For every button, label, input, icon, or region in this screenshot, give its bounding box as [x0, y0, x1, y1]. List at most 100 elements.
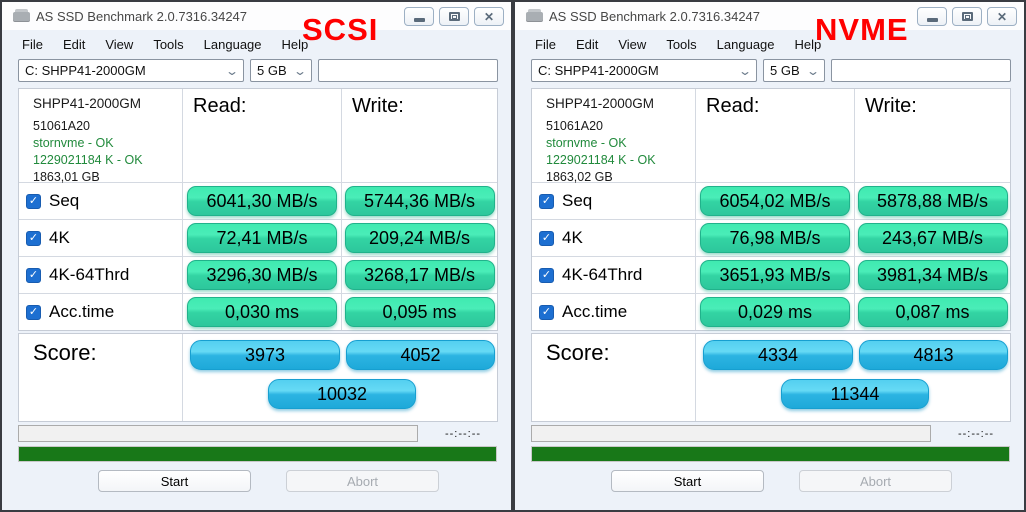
- drive-firmware: 51061A20: [546, 118, 695, 135]
- minimize-button[interactable]: [404, 7, 434, 26]
- drive-select-value: C: SHPP41-2000GM: [25, 63, 146, 78]
- app-drive-icon: [526, 9, 543, 23]
- chevron-down-icon: ⌄: [293, 65, 307, 77]
- 4k64thrd-checkbox[interactable]: ✓: [539, 268, 554, 283]
- text-field[interactable]: [831, 59, 1011, 82]
- write-header: Write:: [855, 89, 1010, 118]
- check-icon: ✓: [542, 270, 551, 281]
- seq-read-value: 6054,02 MB/s: [700, 186, 850, 216]
- menu-language[interactable]: Language: [194, 34, 272, 56]
- acctime-checkbox[interactable]: ✓: [539, 305, 554, 320]
- driver-status: stornvme - OK: [546, 135, 695, 152]
- drive-info-panel: SHPP41-2000GM 51061A20 stornvme - OK 122…: [19, 89, 182, 186]
- seq-write-value: 5744,36 MB/s: [345, 186, 495, 216]
- check-icon: ✓: [29, 307, 38, 318]
- window-title: AS SSD Benchmark 2.0.7316.34247: [549, 9, 760, 24]
- drive-select[interactable]: C: SHPP41-2000GM ⌄: [531, 59, 757, 82]
- close-icon: ✕: [997, 11, 1007, 23]
- results-table: SHPP41-2000GM 51061A20 stornvme - OK 122…: [18, 88, 498, 331]
- text-field[interactable]: [318, 59, 498, 82]
- menu-language[interactable]: Language: [707, 34, 785, 56]
- menu-file[interactable]: File: [12, 34, 53, 56]
- score-label: Score:: [19, 334, 182, 421]
- menu-file[interactable]: File: [525, 34, 566, 56]
- test-size-select[interactable]: 5 GB ⌄: [763, 59, 825, 82]
- close-button[interactable]: ✕: [474, 7, 504, 26]
- row-label: 4K-64Thrd: [49, 265, 129, 285]
- menu-tools[interactable]: Tools: [656, 34, 706, 56]
- seq-write-value: 5878,88 MB/s: [858, 186, 1008, 216]
- acctime-read-value: 0,029 ms: [700, 297, 850, 327]
- menu-tools[interactable]: Tools: [143, 34, 193, 56]
- score-panel: Score: 3973 4052 10032: [18, 333, 498, 422]
- menu-view[interactable]: View: [95, 34, 143, 56]
- drive-select-value: C: SHPP41-2000GM: [538, 63, 659, 78]
- drive-model: SHPP41-2000GM: [33, 96, 182, 111]
- menu-view[interactable]: View: [608, 34, 656, 56]
- 4k64thrd-write-value: 3268,17 MB/s: [345, 260, 495, 290]
- 4k-read-value: 76,98 MB/s: [700, 223, 850, 253]
- annotation-label: SCSI: [302, 12, 378, 48]
- drive-firmware: 51061A20: [33, 118, 182, 135]
- maximize-icon: [449, 12, 460, 21]
- window-title: AS SSD Benchmark 2.0.7316.34247: [36, 9, 247, 24]
- abort-button[interactable]: Abort: [286, 470, 439, 492]
- drive-info-panel: SHPP41-2000GM 51061A20 stornvme - OK 122…: [532, 89, 695, 186]
- menu-bar: File Edit View Tools Language Help: [525, 34, 831, 56]
- check-icon: ✓: [542, 307, 551, 318]
- menu-edit[interactable]: Edit: [53, 34, 95, 56]
- check-icon: ✓: [29, 270, 38, 281]
- write-header: Write:: [342, 89, 497, 118]
- read-header: Read:: [696, 89, 854, 118]
- 4k64thrd-read-value: 3651,93 MB/s: [700, 260, 850, 290]
- row-label: Acc.time: [562, 302, 627, 322]
- maximize-button[interactable]: [439, 7, 469, 26]
- seq-checkbox[interactable]: ✓: [539, 194, 554, 209]
- start-button[interactable]: Start: [98, 470, 251, 492]
- acctime-write-value: 0,087 ms: [858, 297, 1008, 327]
- score-panel: Score: 4334 4813 11344: [531, 333, 1011, 422]
- 4k-write-value: 209,24 MB/s: [345, 223, 495, 253]
- 4k64thrd-read-value: 3296,30 MB/s: [187, 260, 337, 290]
- status-bar-green: [18, 446, 497, 462]
- score-read-value: 4334: [703, 340, 853, 370]
- app-drive-icon: [13, 9, 30, 23]
- chevron-down-icon: ⌄: [738, 65, 752, 77]
- benchmark-window-nvme: AS SSD Benchmark 2.0.7316.34247 ✕ File E…: [513, 0, 1026, 512]
- title-bar: AS SSD Benchmark 2.0.7316.34247 ✕: [515, 2, 1024, 30]
- minimize-icon: [414, 18, 425, 22]
- test-size-value: 5 GB: [770, 63, 800, 78]
- close-icon: ✕: [484, 11, 494, 23]
- table-row-4k: ✓ 4K 72,41 MB/s 209,24 MB/s: [19, 219, 497, 256]
- minimize-button[interactable]: [917, 7, 947, 26]
- minimize-icon: [927, 18, 938, 22]
- seq-read-value: 6041,30 MB/s: [187, 186, 337, 216]
- score-write-value: 4813: [859, 340, 1008, 370]
- 4k64thrd-write-value: 3981,34 MB/s: [858, 260, 1008, 290]
- driver-status: stornvme - OK: [33, 135, 182, 152]
- drive-select[interactable]: C: SHPP41-2000GM ⌄: [18, 59, 244, 82]
- 4k64thrd-checkbox[interactable]: ✓: [26, 268, 41, 283]
- test-size-select[interactable]: 5 GB ⌄: [250, 59, 312, 82]
- check-icon: ✓: [29, 196, 38, 207]
- alignment-status: 1229021184 K - OK: [33, 152, 182, 169]
- abort-button[interactable]: Abort: [799, 470, 952, 492]
- menu-bar: File Edit View Tools Language Help: [12, 34, 318, 56]
- score-label: Score:: [532, 334, 695, 421]
- table-row-4k64thrd: ✓ 4K-64Thrd 3296,30 MB/s 3268,17 MB/s: [19, 256, 497, 293]
- score-total-value: 11344: [781, 379, 929, 409]
- maximize-button[interactable]: [952, 7, 982, 26]
- score-write-value: 4052: [346, 340, 495, 370]
- results-table: SHPP41-2000GM 51061A20 stornvme - OK 122…: [531, 88, 1011, 331]
- close-button[interactable]: ✕: [987, 7, 1017, 26]
- acctime-checkbox[interactable]: ✓: [26, 305, 41, 320]
- progress-bar: [531, 425, 931, 442]
- test-size-value: 5 GB: [257, 63, 287, 78]
- 4k-checkbox[interactable]: ✓: [26, 231, 41, 246]
- seq-checkbox[interactable]: ✓: [26, 194, 41, 209]
- row-label: 4K: [49, 228, 70, 248]
- acctime-write-value: 0,095 ms: [345, 297, 495, 327]
- start-button[interactable]: Start: [611, 470, 764, 492]
- 4k-checkbox[interactable]: ✓: [539, 231, 554, 246]
- menu-edit[interactable]: Edit: [566, 34, 608, 56]
